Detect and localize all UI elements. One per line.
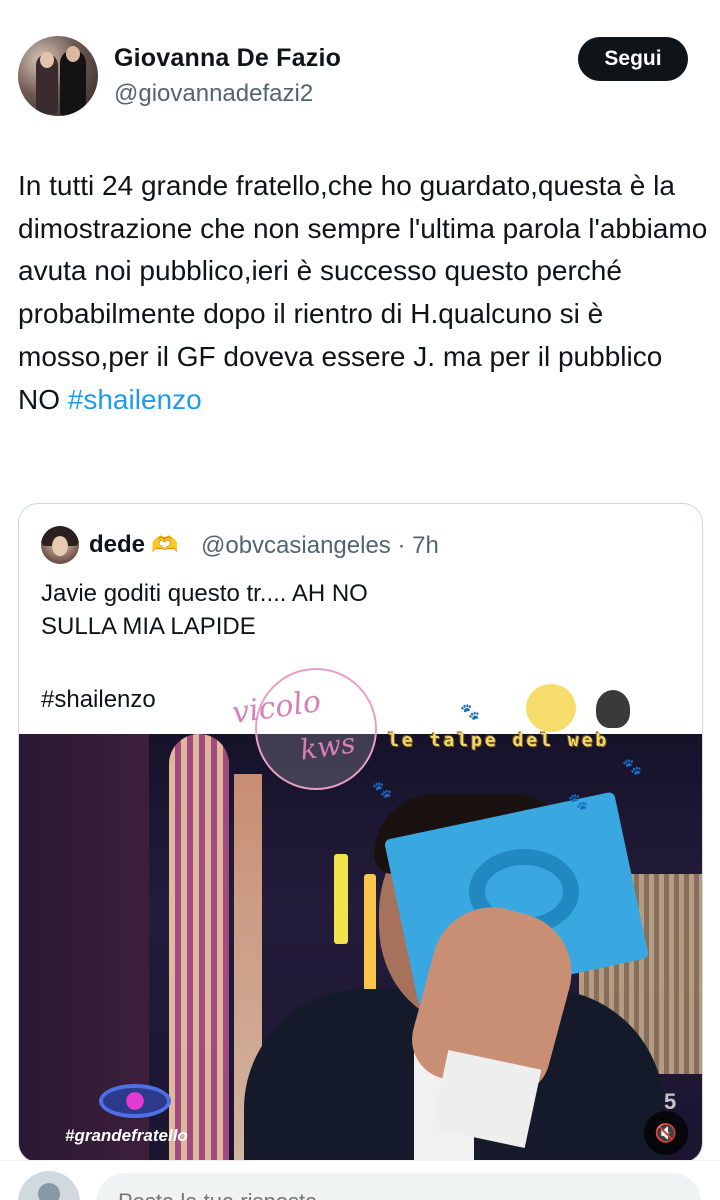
avatar-face-left [40, 52, 54, 68]
default-avatar-icon [18, 1171, 80, 1200]
quote-author-avatar[interactable] [41, 526, 79, 564]
reply-composer [0, 1160, 720, 1200]
avatar-head-shape [38, 1183, 60, 1200]
watermark-girl-dark [596, 690, 630, 728]
tweet-hashtag-link[interactable]: #shailenzo [68, 384, 202, 415]
watermark-cartoon-girls [526, 684, 636, 736]
author-display-name[interactable]: Giovanna De Fazio [114, 44, 341, 73]
reply-input[interactable] [96, 1173, 701, 1200]
show-hashtag-overlay: #grandefratello [65, 1126, 188, 1145]
studio-light-yellow-2 [364, 874, 376, 994]
paw-icon: 🐾 [622, 759, 642, 776]
studio-light-yellow-1 [334, 854, 348, 944]
quote-text-line2: SULLA MIA LAPIDE [41, 613, 256, 640]
quote-author-name[interactable]: dede [89, 531, 145, 559]
quote-author-handle-time[interactable]: @obvcasiangeles · 7h [201, 532, 439, 560]
grande-fratello-eye-logo [99, 1084, 171, 1118]
tweet-header: Giovanna De Fazio @giovannadefazi2 Segui [0, 0, 720, 140]
mute-icon[interactable]: 🔇 [644, 1111, 688, 1155]
paw-icon: 🐾 [568, 794, 588, 811]
quote-hashtag[interactable]: #shailenzo [41, 686, 156, 714]
author-handle[interactable]: @giovannadefazi2 [114, 80, 313, 108]
paw-icon: 🐾 [372, 782, 392, 799]
quoted-tweet[interactable]: dede 🫶 @obvcasiangeles · 7h Javie goditi… [18, 503, 703, 1163]
quote-text-line1: Javie goditi questo tr.... AH NO [41, 580, 368, 607]
tweet-text: In tutti 24 grande fratello,che ho guard… [18, 170, 708, 415]
author-avatar[interactable] [18, 36, 98, 116]
avatar-face-right [66, 46, 80, 62]
follow-button[interactable]: Segui [578, 37, 688, 81]
heart-hands-emoji: 🫶 [151, 532, 179, 557]
studio-light-arch [169, 734, 229, 1162]
quote-avatar-face [52, 536, 68, 556]
tweet-body: In tutti 24 grande fratello,che ho guard… [18, 165, 708, 421]
watermark-girl-blonde [526, 684, 576, 732]
quote-media-video[interactable]: #grandefratello 5 🔇 [19, 734, 702, 1162]
quote-text: Javie goditi questo tr.... AH NO SULLA M… [41, 577, 681, 643]
paw-icon: 🐾 [460, 704, 480, 721]
